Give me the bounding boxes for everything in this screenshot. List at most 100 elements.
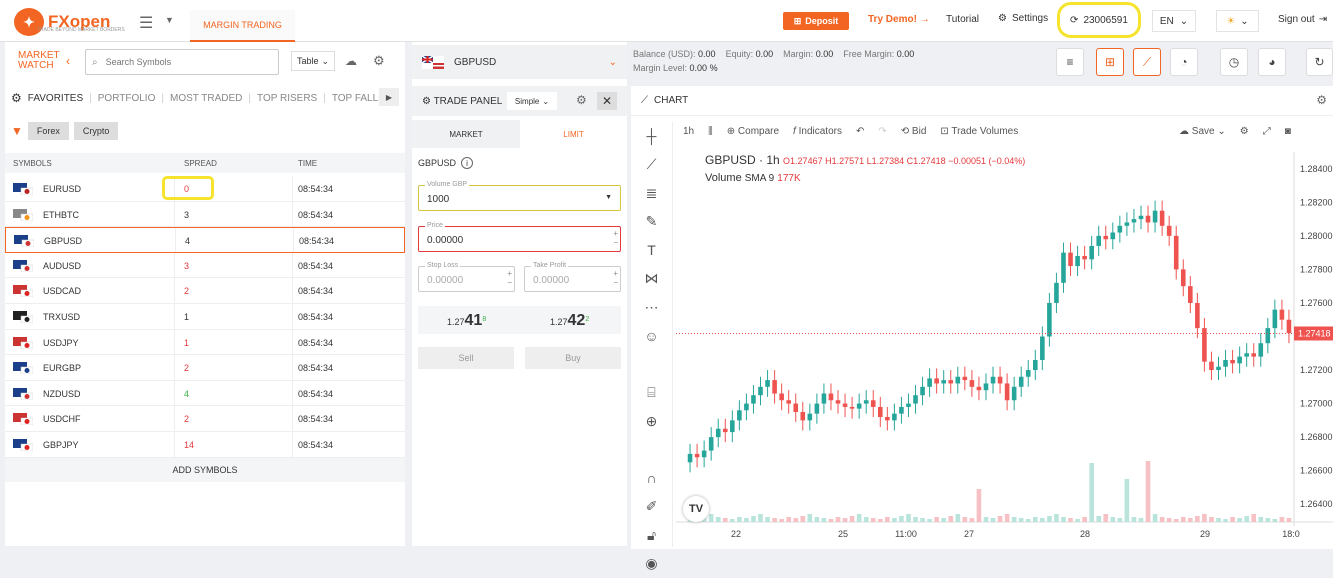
cloud-upload-icon[interactable]: ☁ bbox=[345, 54, 357, 68]
filter-chip-crypto[interactable]: Crypto bbox=[74, 122, 119, 140]
magnet-icon[interactable]: ∩ bbox=[631, 464, 672, 493]
mode-select[interactable]: Simple⌄ bbox=[507, 92, 557, 110]
trend-line-icon[interactable]: ⟋ bbox=[631, 151, 672, 180]
account-selector[interactable]: ⟳23006591 bbox=[1057, 2, 1141, 38]
table-row[interactable]: USDJPY 1 08:54:34 bbox=[5, 330, 405, 356]
price-stepper[interactable]: +− bbox=[613, 229, 618, 247]
stop-loss-value[interactable]: 0.00000 bbox=[427, 275, 463, 286]
theme-toggle[interactable]: ☀⌄ bbox=[1216, 10, 1259, 32]
price-value[interactable]: 0.00000 bbox=[427, 235, 463, 246]
tab-favorites[interactable]: FAVORITES bbox=[28, 93, 83, 104]
redo-icon[interactable]: ↷ bbox=[878, 126, 886, 137]
search-input[interactable] bbox=[106, 57, 256, 67]
text-icon[interactable]: T bbox=[631, 236, 672, 265]
fib-lines-icon[interactable]: ≣ bbox=[631, 179, 672, 208]
volume-bar bbox=[1132, 517, 1137, 522]
search-box[interactable]: ⌕ bbox=[85, 49, 279, 75]
ruler-icon[interactable]: ⌸ bbox=[631, 379, 672, 408]
tab-market[interactable]: MARKET bbox=[412, 120, 520, 148]
trade-symbol-select[interactable]: GBPUSD ⌄ bbox=[412, 45, 627, 79]
lock-icon[interactable]: 🔓︎ bbox=[631, 521, 672, 550]
bid-button[interactable]: ⟲ Bid bbox=[901, 126, 927, 137]
gear-icon[interactable]: ⚙ bbox=[576, 93, 587, 107]
price-field[interactable]: Price 0.00000 +− bbox=[418, 226, 621, 252]
take-profit-field[interactable]: Take Profit 0.00000 +− bbox=[524, 266, 621, 292]
trade-volumes-button[interactable]: ⊡ Trade Volumes bbox=[940, 126, 1018, 137]
tab-top-risers[interactable]: TOP RISERS bbox=[257, 93, 317, 104]
column-header-spread[interactable]: SPREAD bbox=[184, 159, 217, 168]
chart-layout-icon[interactable]: ⟋ bbox=[1133, 48, 1161, 76]
pattern-icon[interactable]: ⋈ bbox=[631, 265, 672, 294]
stop-loss-field[interactable]: Stop Loss 0.00000 +− bbox=[418, 266, 515, 292]
close-icon[interactable]: ✕ bbox=[597, 92, 617, 110]
interval-button[interactable]: 1h bbox=[683, 126, 694, 137]
try-demo-link[interactable]: Try Demo! → bbox=[868, 14, 930, 25]
menu-icon[interactable]: ☰ bbox=[139, 13, 153, 33]
volume-value[interactable]: 1000 bbox=[427, 194, 449, 205]
tab-most-traded[interactable]: MOST TRADED bbox=[170, 93, 242, 104]
undo-icon[interactable]: ↶ bbox=[856, 126, 864, 137]
caret-down-icon[interactable]: ▼ bbox=[165, 15, 174, 25]
compare-button[interactable]: ⊕ Compare bbox=[727, 126, 779, 137]
language-select[interactable]: EN⌄ bbox=[1152, 10, 1196, 32]
take-profit-stepper[interactable]: +− bbox=[613, 269, 618, 287]
grid-layout-icon[interactable]: ⊞ bbox=[1096, 48, 1124, 76]
table-row[interactable]: USDCHF 2 08:54:34 bbox=[5, 406, 405, 432]
filter-chip-forex[interactable]: Forex bbox=[28, 122, 69, 140]
tab-portfolio[interactable]: PORTFOLIO bbox=[98, 93, 156, 104]
candle-body bbox=[695, 454, 700, 457]
gear-icon[interactable]: ⚙ bbox=[373, 53, 385, 69]
volume-field[interactable]: Volume GBP 1000 ▼ bbox=[418, 185, 621, 211]
x-tick-label: 25 bbox=[838, 529, 848, 539]
table-row[interactable]: EURGBP 2 08:54:34 bbox=[5, 355, 405, 381]
buy-button[interactable]: Buy bbox=[525, 347, 621, 369]
column-header-symbols[interactable]: SYMBOLS bbox=[13, 159, 52, 168]
sign-out-link[interactable]: Sign out⇥ bbox=[1278, 14, 1327, 25]
camera-icon[interactable]: ◙ bbox=[1285, 126, 1291, 137]
gear-icon[interactable]: ⚙ bbox=[1316, 93, 1327, 107]
funnel-icon[interactable]: ▼ bbox=[11, 124, 23, 138]
save-button[interactable]: ☁ Save ⌄ bbox=[1179, 126, 1226, 137]
clock-icon[interactable]: ◷ bbox=[1220, 48, 1248, 76]
speedometer-icon[interactable]: ◕ bbox=[1258, 48, 1286, 76]
table-row[interactable]: USDCAD 2 08:54:34 bbox=[5, 278, 405, 304]
timer-icon[interactable]: ◔ bbox=[1170, 48, 1198, 76]
tab-limit[interactable]: LIMIT bbox=[520, 120, 627, 148]
forecast-icon[interactable]: ⋯ bbox=[631, 293, 672, 322]
emoji-icon[interactable]: ☺ bbox=[631, 322, 672, 351]
stop-loss-stepper[interactable]: +− bbox=[507, 269, 512, 287]
caret-down-icon[interactable]: ▼ bbox=[605, 194, 612, 201]
settings-button[interactable]: ⚙Settings bbox=[998, 13, 1048, 24]
view-select[interactable]: Table⌄ bbox=[291, 51, 335, 71]
scroll-right-icon[interactable]: ▶ bbox=[379, 88, 399, 106]
pencil-lock-icon[interactable]: ✐ bbox=[631, 493, 672, 522]
brush-icon[interactable]: ✎ bbox=[631, 208, 672, 237]
tutorial-link[interactable]: Tutorial bbox=[946, 14, 979, 25]
candle-type-icon[interactable]: ⫼ bbox=[708, 126, 713, 137]
column-header-time[interactable]: TIME bbox=[298, 159, 317, 168]
tradingview-logo[interactable]: TV bbox=[683, 496, 709, 522]
indicators-button[interactable]: f Indicators bbox=[793, 126, 842, 137]
table-row[interactable]: NZDUSD 4 08:54:34 bbox=[5, 381, 405, 407]
refresh-icon[interactable]: ↻ bbox=[1306, 48, 1333, 76]
eye-icon[interactable]: ◉ bbox=[631, 550, 672, 578]
tab-margin-trading[interactable]: MARGIN TRADING bbox=[190, 10, 295, 42]
fullscreen-icon[interactable]: ⤢ bbox=[1263, 126, 1271, 137]
gear-icon[interactable]: ⚙ bbox=[11, 91, 22, 105]
sell-button[interactable]: Sell bbox=[418, 347, 514, 369]
table-row[interactable]: GBPJPY 14 08:54:34 bbox=[5, 432, 405, 458]
candle-body bbox=[1054, 283, 1059, 303]
crosshair-icon[interactable]: ┼ bbox=[631, 122, 672, 151]
take-profit-value[interactable]: 0.00000 bbox=[533, 275, 569, 286]
info-icon[interactable]: i bbox=[461, 157, 473, 169]
table-row[interactable]: TRXUSD 1 08:54:34 bbox=[5, 304, 405, 330]
table-row[interactable]: GBPUSD 4 08:54:34 bbox=[5, 227, 405, 253]
deposit-button[interactable]: ⊞Deposit bbox=[783, 12, 849, 30]
list-layout-icon[interactable]: ≡ bbox=[1056, 48, 1084, 76]
add-symbols-button[interactable]: ADD SYMBOLS bbox=[5, 458, 405, 482]
collapse-chevron-icon[interactable]: ‹ bbox=[66, 54, 70, 68]
zoom-in-icon[interactable]: ⊕ bbox=[631, 407, 672, 436]
table-row[interactable]: ETHBTC 3 08:54:34 bbox=[5, 202, 405, 228]
gear-icon[interactable]: ⚙ bbox=[1240, 126, 1249, 137]
table-row[interactable]: AUDUSD 3 08:54:34 bbox=[5, 253, 405, 279]
